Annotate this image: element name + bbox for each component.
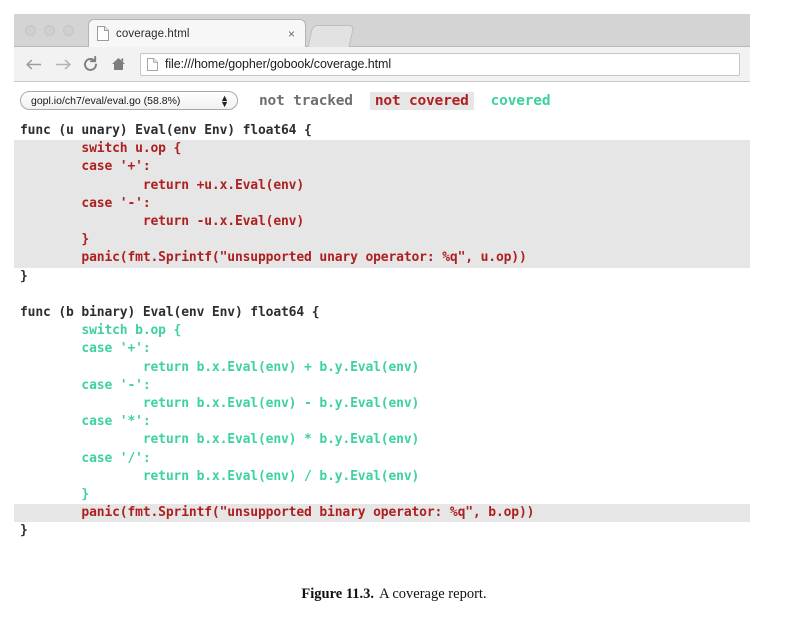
close-icon[interactable]: × bbox=[286, 28, 297, 40]
browser-window: coverage.html × file:///home/gopher/gobo… bbox=[14, 14, 750, 569]
reload-icon[interactable] bbox=[78, 52, 102, 76]
tab-strip: coverage.html × bbox=[14, 14, 750, 47]
page-icon bbox=[97, 26, 109, 41]
back-arrow-icon[interactable] bbox=[22, 52, 46, 76]
figure-number: Figure 11.3. bbox=[301, 586, 375, 602]
code-line: } bbox=[20, 487, 90, 503]
code-line: switch u.op { bbox=[14, 140, 750, 159]
address-bar-url: file:///home/gopher/gobook/coverage.html bbox=[165, 57, 391, 71]
code-line: return b.x.Eval(env) - b.y.Eval(env) bbox=[20, 396, 420, 412]
file-select-dropdown[interactable]: gopl.io/ch7/eval/eval.go (58.8%) ▲ ▼ bbox=[20, 91, 238, 110]
tab-title: coverage.html bbox=[116, 27, 190, 40]
new-tab-button[interactable] bbox=[307, 25, 355, 47]
coverage-report-page: gopl.io/ch7/eval/eval.go (58.8%) ▲ ▼ not… bbox=[14, 82, 750, 567]
legend-not-covered: not covered bbox=[369, 91, 474, 110]
address-bar[interactable]: file:///home/gopher/gobook/coverage.html bbox=[140, 52, 740, 76]
coverage-legend: not tracked not covered covered bbox=[254, 91, 567, 110]
code-line: case '-': bbox=[20, 377, 151, 393]
code-line: } bbox=[20, 268, 28, 284]
code-line: return +u.x.Eval(env) bbox=[14, 176, 750, 195]
code-line: case '-': bbox=[14, 194, 750, 214]
code-line: return b.x.Eval(env) / b.y.Eval(env) bbox=[20, 468, 420, 484]
code-line: case '+': bbox=[14, 158, 750, 177]
code-line: return -u.x.Eval(env) bbox=[14, 213, 750, 232]
code-line: case '+': bbox=[20, 341, 151, 357]
code-line: } bbox=[14, 231, 750, 250]
close-window-button[interactable] bbox=[25, 25, 36, 36]
chevron-updown-icon[interactable]: ▲ ▼ bbox=[220, 93, 229, 109]
report-toolbar: gopl.io/ch7/eval/eval.go (58.8%) ▲ ▼ not… bbox=[14, 82, 750, 116]
browser-tab-coverage[interactable]: coverage.html × bbox=[88, 19, 306, 47]
file-select-value: gopl.io/ch7/eval/eval.go (58.8%) bbox=[31, 94, 181, 107]
figure-caption: Figure 11.3. A coverage report. bbox=[0, 586, 788, 603]
code-line: case '/': bbox=[20, 450, 151, 466]
zoom-window-button[interactable] bbox=[63, 25, 74, 36]
forward-arrow-icon[interactable] bbox=[50, 52, 74, 76]
code-line: panic(fmt.Sprintf("unsupported binary op… bbox=[14, 504, 750, 523]
code-line: } bbox=[20, 523, 28, 539]
code-line: return b.x.Eval(env) * b.y.Eval(env) bbox=[20, 432, 420, 448]
legend-covered: covered bbox=[490, 92, 551, 109]
source-code-listing: func (u unary) Eval(env Env) float64 { s… bbox=[14, 122, 750, 541]
stepper-down-icon: ▼ bbox=[220, 98, 229, 109]
navigation-toolbar: file:///home/gopher/gobook/coverage.html bbox=[14, 47, 750, 82]
code-line: return b.x.Eval(env) + b.y.Eval(env) bbox=[20, 359, 420, 375]
code-line: func (b binary) Eval(env Env) float64 { bbox=[20, 305, 320, 321]
window-controls bbox=[25, 25, 74, 36]
code-line: func (u unary) Eval(env Env) float64 { bbox=[20, 123, 312, 138]
home-icon[interactable] bbox=[106, 52, 130, 76]
code-line: panic(fmt.Sprintf("unsupported unary ope… bbox=[14, 249, 750, 268]
code-line: switch b.op { bbox=[20, 323, 182, 339]
legend-not-tracked: not tracked bbox=[259, 92, 353, 109]
page-icon bbox=[147, 57, 158, 71]
figure-page: coverage.html × file:///home/gopher/gobo… bbox=[0, 0, 788, 621]
figure-caption-text: A coverage report. bbox=[379, 586, 487, 602]
code-line: case '*': bbox=[20, 414, 151, 430]
minimize-window-button[interactable] bbox=[44, 25, 55, 36]
